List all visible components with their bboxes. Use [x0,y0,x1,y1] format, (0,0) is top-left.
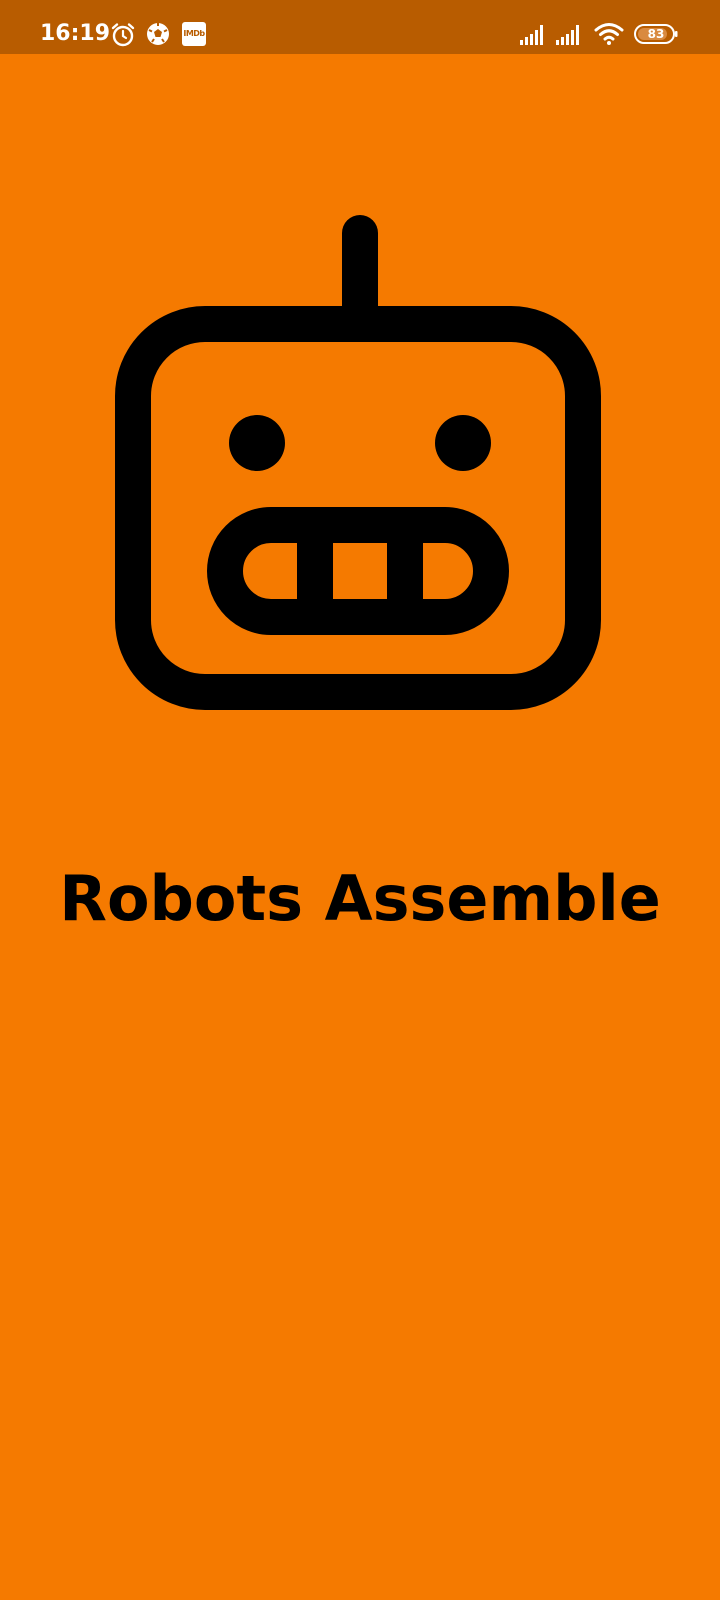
signal-icon [556,22,584,50]
robot-icon [115,215,605,719]
app-title: Robots Assemble [59,862,661,935]
alarm-icon [110,22,136,52]
status-time: 16:19 [40,21,111,46]
imdb-icon: IMDb [182,22,206,46]
status-bar: 16:19 IMDb 83 [0,0,720,54]
signal-icon [520,22,548,50]
battery-level: 83 [647,27,665,41]
battery-icon: 83 [634,24,678,44]
soccer-ball-icon [146,22,170,50]
wifi-icon [594,22,624,50]
